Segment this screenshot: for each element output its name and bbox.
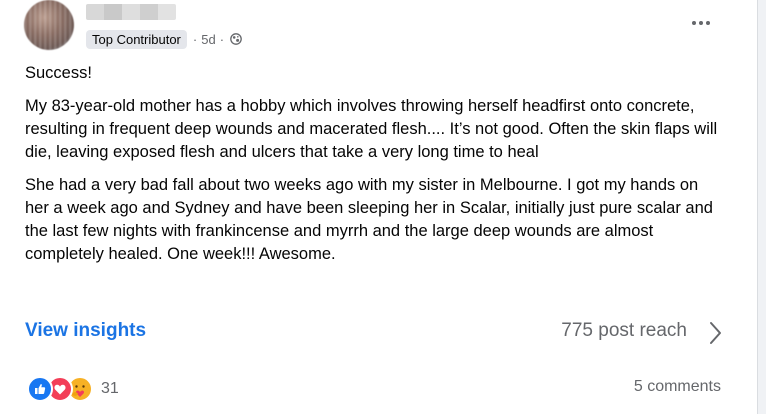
post-time[interactable]: 5d <box>201 32 215 47</box>
like-icon <box>27 376 53 402</box>
post-meta: Top Contributor · 5d · <box>86 27 242 51</box>
post-card: Top Contributor · 5d · Success! My 83-ye… <box>0 0 758 414</box>
comments-count-link[interactable]: 5 comments <box>634 378 721 396</box>
post-reach-count[interactable]: 775 post reach <box>561 320 687 342</box>
more-options-button[interactable] <box>688 10 714 36</box>
author-name-redacted[interactable] <box>86 4 176 20</box>
view-insights-link[interactable]: View insights <box>25 320 146 342</box>
insights-row: View insights 775 post reach <box>25 320 725 348</box>
reaction-count[interactable]: 31 <box>101 380 119 398</box>
top-contributor-badge: Top Contributor <box>86 29 187 49</box>
post-paragraph: She had a very bad fall about two weeks … <box>25 176 713 263</box>
reactions-summary[interactable]: 31 <box>27 376 119 402</box>
post-text: Success! My 83-year-old mother has a hob… <box>25 62 725 276</box>
chevron-right-icon[interactable] <box>705 320 725 346</box>
post-paragraph: Success! <box>25 64 92 82</box>
post-paragraph: My 83-year-old mother has a hobby which … <box>25 97 718 161</box>
more-horizontal-icon <box>692 21 710 25</box>
meta-separator: · <box>192 31 198 47</box>
meta-separator: · <box>219 31 225 47</box>
avatar[interactable] <box>24 0 74 50</box>
globe-icon[interactable] <box>230 33 242 45</box>
